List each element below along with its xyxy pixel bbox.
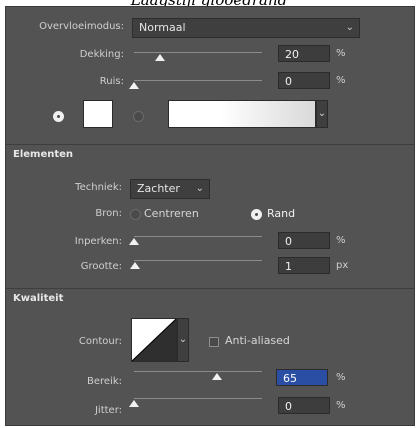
contour-label: Contour: <box>78 336 122 347</box>
jitter-label: Jitter: <box>94 405 122 416</box>
section-divider <box>6 144 414 145</box>
gradient-dropdown-chevron-icon[interactable]: ⌄ <box>316 100 328 128</box>
size-input[interactable]: 1 <box>278 257 330 274</box>
noise-slider-track[interactable] <box>134 80 262 81</box>
size-slider-track[interactable] <box>134 260 262 261</box>
opacity-unit: % <box>336 48 346 59</box>
blend-mode-label: Overvloeimodus: <box>39 21 124 32</box>
source-edge-label: Rand <box>267 207 296 220</box>
anti-aliased-label: Anti-aliased <box>225 334 290 347</box>
choke-label: Inperken: <box>74 236 122 247</box>
range-label: Bereik: <box>87 376 122 387</box>
technique-dropdown[interactable]: Zachter ⌄ <box>130 179 210 199</box>
chevron-down-icon: ⌄ <box>195 183 204 194</box>
contour-curve-icon <box>132 319 176 361</box>
source-center-label: Centreren <box>144 207 199 220</box>
range-unit: % <box>336 372 346 383</box>
technique-value: Zachter <box>137 182 180 195</box>
blend-mode-value: Normaal <box>139 21 186 34</box>
source-label: Bron: <box>95 208 122 219</box>
range-slider-thumb[interactable] <box>212 373 223 380</box>
noise-label: Ruis: <box>99 76 124 87</box>
size-slider-thumb[interactable] <box>129 262 140 269</box>
jitter-unit: % <box>336 400 346 411</box>
chevron-down-icon: ⌄ <box>345 22 354 33</box>
elements-section-title: Elementen <box>13 149 74 160</box>
solid-color-radio[interactable] <box>53 111 64 122</box>
opacity-input[interactable]: 20 <box>278 45 330 62</box>
source-edge-radio[interactable] <box>251 209 262 220</box>
section-divider <box>6 288 414 289</box>
jitter-input[interactable]: 0 <box>278 397 330 414</box>
range-slider-track[interactable] <box>134 371 262 372</box>
range-input[interactable]: 65 <box>276 369 328 386</box>
color-swatch[interactable] <box>83 100 113 128</box>
jitter-slider-track[interactable] <box>134 398 262 399</box>
technique-label: Techniek: <box>75 182 122 193</box>
source-center-radio[interactable] <box>130 209 141 220</box>
choke-slider-thumb[interactable] <box>129 238 139 245</box>
contour-dropdown-chevron-icon[interactable]: ⌄ <box>177 318 189 362</box>
jitter-slider-thumb[interactable] <box>129 400 139 407</box>
opacity-slider-thumb[interactable] <box>154 54 165 61</box>
gradient-picker[interactable] <box>168 100 316 128</box>
outer-glow-panel: Overvloeimodus: Normaal ⌄ Dekking: 20 % … <box>5 6 415 426</box>
opacity-label: Dekking: <box>79 49 124 60</box>
gradient-radio[interactable] <box>133 111 144 122</box>
anti-aliased-checkbox[interactable] <box>209 337 219 347</box>
size-unit: px <box>336 260 349 271</box>
quality-section-title: Kwaliteit <box>13 293 64 304</box>
blend-mode-dropdown[interactable]: Normaal ⌄ <box>132 18 360 38</box>
choke-input[interactable]: 0 <box>278 232 330 249</box>
size-label: Grootte: <box>80 261 122 272</box>
choke-unit: % <box>336 235 346 246</box>
noise-slider-thumb[interactable] <box>129 82 139 89</box>
noise-unit: % <box>336 75 346 86</box>
opacity-slider-track[interactable] <box>134 52 262 53</box>
contour-preview[interactable] <box>131 318 177 362</box>
choke-slider-track[interactable] <box>134 236 262 237</box>
noise-input[interactable]: 0 <box>278 72 330 89</box>
